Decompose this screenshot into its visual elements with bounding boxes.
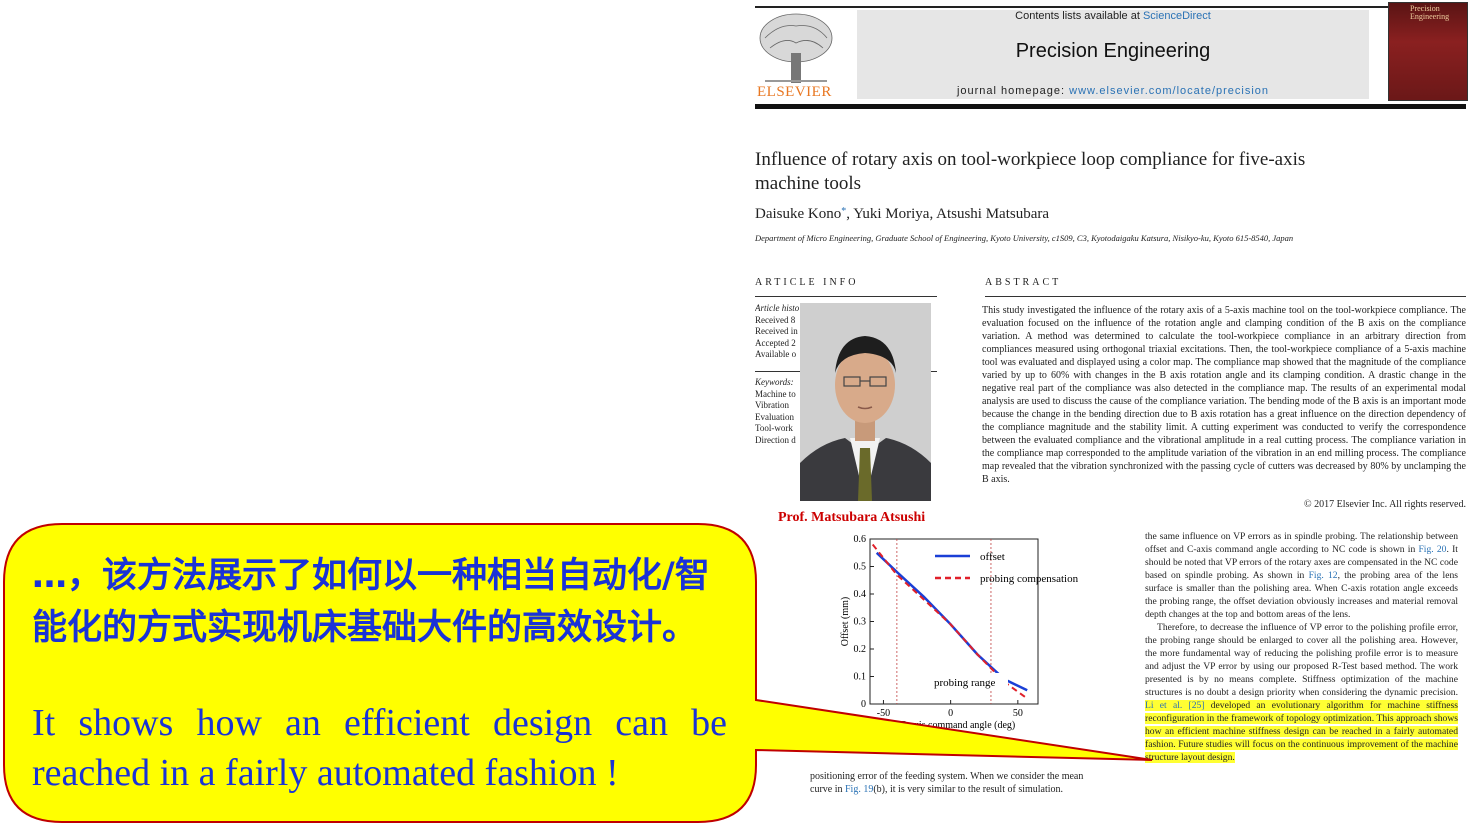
callout-english-text: It shows how an efficient design can be …	[32, 698, 727, 798]
author-list: Daisuke Kono*, Yuki Moriya, Atsushi Mats…	[755, 206, 1049, 223]
y-tick-label: 0.3	[854, 617, 867, 628]
abstract-rule	[985, 296, 1466, 297]
first-author[interactable]: Daisuke Kono	[755, 206, 841, 222]
body-line: positioning error of the feeding system.…	[810, 771, 1084, 782]
copyright-line: © 2017 Elsevier Inc. All rights reserved…	[1303, 499, 1466, 510]
y-tick-label: 0.6	[854, 534, 867, 545]
y-tick-label: 0.2	[854, 644, 867, 655]
legend-label: probing compensation	[980, 573, 1079, 585]
figure-link[interactable]: Fig. 12	[1309, 570, 1338, 581]
photo-caption: Prof. Matsubara Atsushi	[778, 510, 926, 525]
paragraph: the same influence on VP errors as in sp…	[1145, 530, 1458, 621]
y-tick-label: 0.4	[854, 589, 867, 600]
journal-homepage: journal homepage: www.elsevier.com/locat…	[857, 85, 1369, 97]
header-thick-rule	[755, 104, 1466, 109]
x-tick-label: 0	[948, 708, 953, 719]
x-tick-label: -50	[877, 708, 890, 719]
header-top-rule	[755, 6, 1468, 8]
y-tick-label: 0.1	[854, 672, 867, 683]
x-tick-label: 50	[1013, 708, 1023, 719]
citation-link-highlighted[interactable]: Li et al. [25]	[1145, 700, 1205, 711]
cover-title: Precision Engineering	[1410, 4, 1450, 21]
right-column-text: the same influence on VP errors as in sp…	[1145, 530, 1458, 764]
y-axis-label: Offset (mm)	[840, 597, 851, 647]
offset-chart: 0 0.1 0.2 0.3 0.4 0.5 0.6 -50 0 50C-axis command …	[840, 534, 1079, 731]
journal-title: Precision Engineering	[1015, 40, 1211, 62]
paper-title: Influence of rotary axis on tool-workpie…	[755, 149, 1306, 194]
callout-english-line: It shows how an efficient design can be	[32, 702, 727, 744]
figure-link[interactable]: Fig. 20	[1418, 544, 1446, 555]
article-info-heading: ARTICLE INFO	[755, 277, 859, 288]
sciencedirect-link[interactable]: ScienceDirect	[1143, 10, 1211, 22]
portrait-photo	[800, 303, 931, 501]
callout-chinese-text: …，该方法展示了如何以一种相当自动化/智能化的方式实现机床基础大件的高效设计。	[32, 556, 710, 648]
contents-prefix: Contents lists available at	[1015, 10, 1143, 22]
article-info-rule	[755, 296, 937, 297]
body-line: curve in Fig. 19(b), it is very similar …	[810, 783, 1130, 796]
body-text-fragment: curve in	[810, 784, 845, 795]
body-text-fragment: (b), it is very similar to the result of…	[873, 784, 1064, 795]
affiliation: Department of Micro Engineering, Graduat…	[755, 233, 1294, 243]
y-tick-label: 0	[861, 699, 866, 710]
figure-link[interactable]: Fig. 19	[845, 784, 873, 795]
legend-label: offset	[980, 551, 1005, 563]
text-fragment: the same influence on VP errors as in sp…	[1145, 531, 1458, 555]
probing-range-annotation: probing range	[934, 677, 996, 689]
homepage-prefix: journal homepage:	[956, 85, 1070, 97]
body-text-below-chart: positioning error of the feeding system.…	[810, 770, 1130, 796]
other-authors: , Yuki Moriya, Atsushi Matsubara	[846, 206, 1050, 222]
paragraph: Therefore, to decrease the influence of …	[1145, 621, 1458, 764]
text-fragment: Therefore, to decrease the influence of …	[1145, 622, 1458, 698]
homepage-link[interactable]: www.elsevier.com/locate/precision	[1069, 85, 1269, 97]
x-axis-label: C-axis command angle (deg)	[899, 720, 1015, 731]
callout-english-line: reached in a fairly automated fashion !	[32, 752, 619, 794]
contents-line: Contents lists available at ScienceDirec…	[857, 10, 1369, 22]
abstract-heading: ABSTRACT	[985, 277, 1062, 288]
abstract-text: This study investigated the influence of…	[982, 305, 1466, 485]
publisher-name: ELSEVIER	[757, 84, 832, 100]
y-tick-label: 0.5	[854, 562, 867, 573]
